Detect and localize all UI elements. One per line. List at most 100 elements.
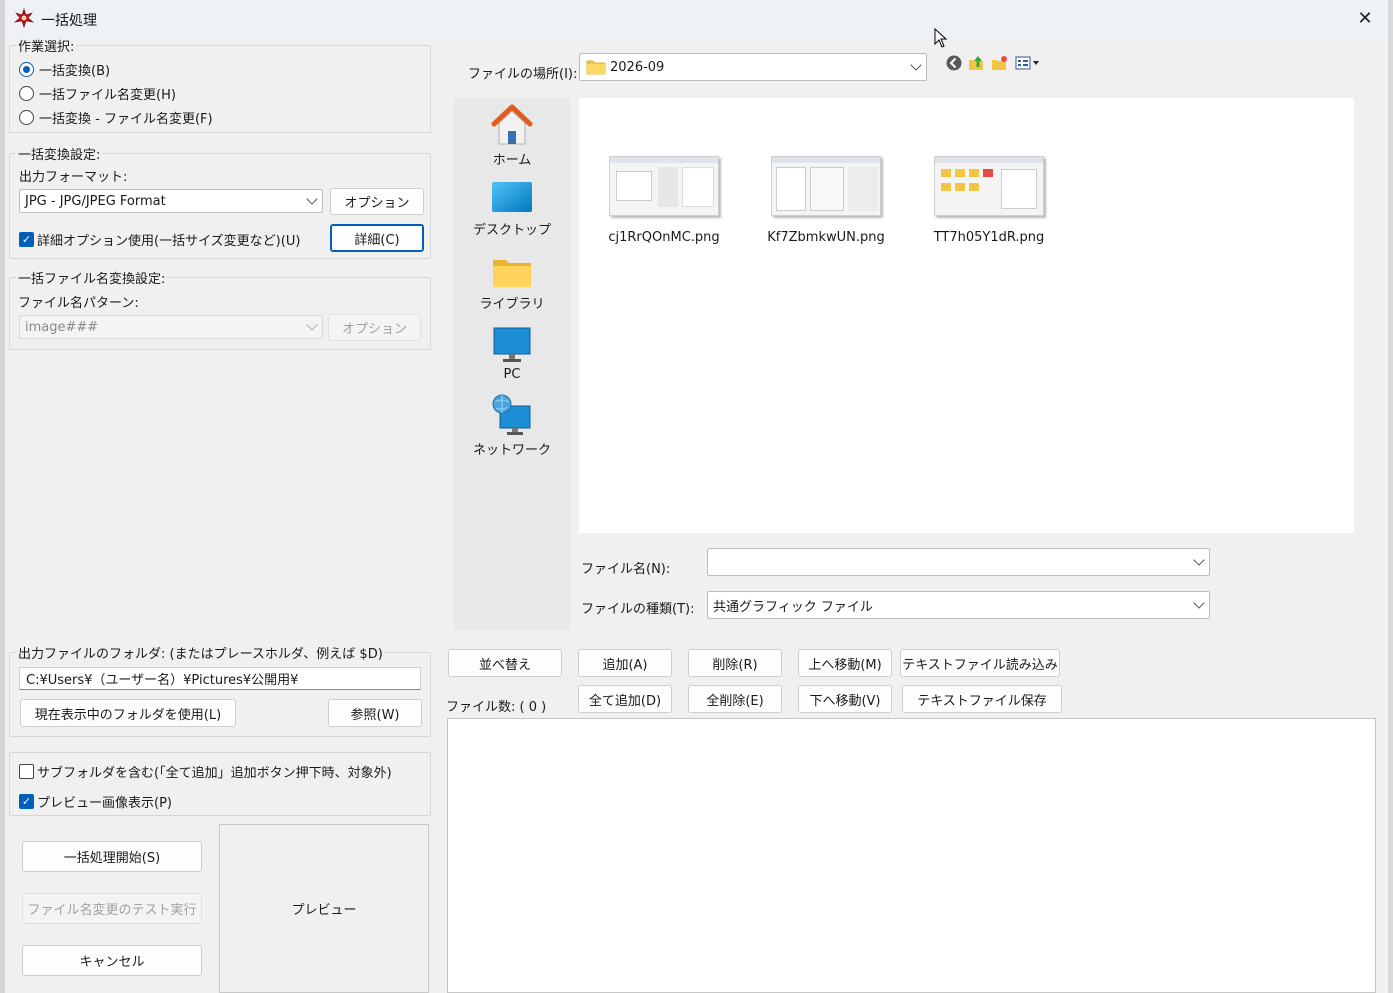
checkbox-indicator	[19, 764, 34, 779]
cancel-button[interactable]: キャンセル	[22, 945, 202, 976]
view-menu-icon[interactable]	[1015, 54, 1041, 72]
radio-label: 一括ファイル名変更(H)	[39, 88, 176, 103]
file-item[interactable]: cj1RrQOnMC.png	[599, 156, 729, 245]
close-icon: ✕	[1357, 8, 1373, 29]
output-format-value: JPG - JPG/JPEG Format	[25, 193, 166, 209]
add-button[interactable]: 追加(A)	[578, 649, 672, 677]
checkbox-label: プレビュー画像表示(P)	[37, 796, 172, 811]
browse-button[interactable]: 参照(W)	[328, 699, 422, 727]
file-name: TT7h05Y1dR.png	[933, 230, 1045, 245]
radio-indicator	[19, 62, 34, 77]
radio-label: 一括変換 - ファイル名変更(F)	[39, 112, 213, 127]
file-name: cj1RrQOnMC.png	[608, 230, 720, 245]
folder-icon	[586, 60, 606, 75]
filetype-select[interactable]: 共通グラフィック ファイル	[707, 591, 1210, 619]
location-label: ファイルの場所(I):	[468, 67, 578, 82]
remove-all-button[interactable]: 全削除(E)	[688, 685, 782, 713]
mouse-cursor-icon	[934, 28, 948, 48]
place-library[interactable]: ライブラリ	[454, 254, 570, 312]
chevron-down-icon	[1193, 597, 1205, 609]
file-thumbnail	[771, 156, 881, 216]
radio-batch-rename[interactable]: 一括ファイル名変更(H)	[19, 84, 176, 103]
sort-button[interactable]: 並べ替え	[448, 649, 562, 677]
file-name: Kf7ZbmkwUN.png	[767, 230, 885, 245]
filename-input[interactable]	[707, 548, 1210, 576]
start-batch-button[interactable]: 一括処理開始(S)	[22, 841, 202, 872]
pc-icon	[493, 327, 531, 362]
location-value: 2026-09	[610, 59, 665, 75]
checkbox-label: サブフォルダを含む(「全て追加」追加ボタン押下時、対象外)	[37, 766, 392, 781]
title-bar: 一括処理 ✕	[5, 0, 1388, 37]
output-folder-input[interactable]: C:¥Users¥（ユーザー名）¥Pictures¥公開用¥	[19, 667, 421, 690]
include-subfolders-checkbox[interactable]: サブフォルダを含む(「全て追加」追加ボタン押下時、対象外)	[19, 762, 392, 781]
load-text-button[interactable]: テキストファイル読み込み	[900, 649, 1060, 677]
use-current-folder-button[interactable]: 現在表示中のフォルダを使用(L)	[20, 699, 236, 727]
detail-button[interactable]: 詳細(C)	[330, 224, 424, 252]
advanced-options-checkbox[interactable]: ✓ 詳細オプション使用(一括サイズ変更など)(U)	[19, 230, 300, 249]
home-icon	[491, 104, 533, 145]
add-all-button[interactable]: 全て追加(D)	[578, 685, 672, 713]
place-label: PC	[503, 367, 521, 382]
target-file-list[interactable]	[447, 718, 1376, 993]
close-button[interactable]: ✕	[1342, 0, 1388, 37]
filename-pattern-select[interactable]: image###	[19, 315, 323, 339]
radio-convert-and-rename[interactable]: 一括変換 - ファイル名変更(F)	[19, 108, 213, 127]
back-icon[interactable]	[945, 54, 963, 72]
checkbox-label: 詳細オプション使用(一括サイズ変更など)(U)	[37, 234, 301, 249]
place-label: ネットワーク	[472, 443, 551, 458]
show-preview-checkbox[interactable]: ✓ プレビュー画像表示(P)	[19, 792, 172, 811]
move-up-button[interactable]: 上へ移動(M)	[798, 649, 892, 677]
up-folder-icon[interactable]	[967, 54, 985, 72]
place-home[interactable]: ホーム	[454, 104, 570, 168]
checkmark-icon: ✓	[19, 794, 34, 809]
window-title: 一括処理	[41, 13, 97, 29]
radio-batch-convert[interactable]: 一括変換(B)	[19, 60, 110, 79]
preview-label: プレビュー	[291, 903, 357, 918]
filetype-value: 共通グラフィック ファイル	[713, 599, 873, 615]
format-option-button[interactable]: オプション	[330, 188, 424, 215]
place-network[interactable]: ネットワーク	[454, 394, 570, 458]
desktop-icon	[492, 182, 532, 212]
output-folder-label: 出力ファイルのフォルダ: (またはプレースホルダ、例えば $D)	[16, 643, 385, 662]
filetype-label: ファイルの種類(T):	[581, 602, 695, 617]
chevron-down-icon	[910, 59, 922, 71]
rename-option-button[interactable]: オプション	[328, 314, 421, 341]
convert-settings-title: 一括変換設定:	[16, 144, 103, 163]
places-bar: ホーム デスクトップ ライブラリ PC ネットワーク	[454, 98, 570, 630]
chevron-down-icon	[306, 193, 318, 205]
rename-settings-title: 一括ファイル名変換設定:	[16, 268, 168, 287]
output-format-select[interactable]: JPG - JPG/JPEG Format	[19, 189, 323, 213]
remove-button[interactable]: 削除(R)	[688, 649, 782, 677]
test-rename-button[interactable]: ファイル名変更のテスト実行	[22, 893, 202, 924]
batch-dialog: 一括処理 ✕ 作業選択: 一括変換(B) 一括ファイル名変更(H) 一括変換 -…	[5, 0, 1388, 993]
filename-pattern-label: ファイル名パターン:	[18, 296, 139, 311]
chevron-down-icon	[306, 319, 318, 331]
move-down-button[interactable]: 下へ移動(V)	[798, 685, 892, 713]
file-item[interactable]: TT7h05Y1dR.png	[924, 156, 1054, 245]
app-logo-icon	[14, 8, 34, 28]
chevron-down-icon	[1193, 554, 1205, 566]
file-thumbnail	[609, 156, 719, 216]
file-count-label: ファイル数: ( 0 )	[446, 700, 547, 715]
checkmark-icon: ✓	[19, 232, 34, 247]
place-label: ホーム	[492, 153, 532, 168]
radio-indicator	[19, 86, 34, 101]
location-select[interactable]: 2026-09	[579, 53, 927, 81]
background-window-edge	[1388, 0, 1393, 993]
new-folder-icon[interactable]	[991, 54, 1009, 72]
library-icon	[493, 260, 531, 287]
file-view[interactable]: cj1RrQOnMC.png Kf7ZbmkwUN.png TT7h05Y1dR…	[579, 98, 1354, 533]
save-text-button[interactable]: テキストファイル保存	[902, 685, 1062, 713]
place-label: デスクトップ	[472, 223, 551, 238]
radio-label: 一括変換(B)	[39, 64, 111, 79]
place-label: ライブラリ	[479, 297, 545, 312]
file-thumbnail	[934, 156, 1044, 216]
task-group-title: 作業選択:	[16, 36, 77, 55]
network-icon	[492, 394, 531, 435]
radio-indicator	[19, 110, 34, 125]
filename-label: ファイル名(N):	[581, 562, 671, 577]
place-desktop[interactable]: デスクトップ	[454, 180, 570, 238]
file-item[interactable]: Kf7ZbmkwUN.png	[761, 156, 891, 245]
place-pc[interactable]: PC	[454, 326, 570, 382]
filename-pattern-value: image###	[25, 319, 99, 335]
